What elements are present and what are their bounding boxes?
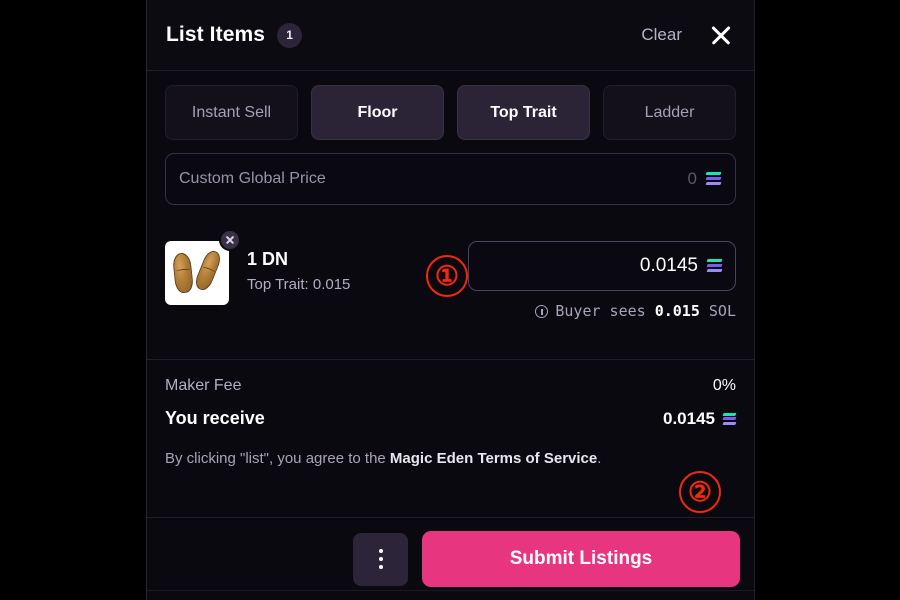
buyer-sees-note: Buyer sees 0.015 SOL [468,302,736,320]
tab-ladder[interactable]: Ladder [603,85,736,140]
summary-section: Maker Fee 0% You receive 0.0145 [165,360,737,429]
close-icon[interactable] [708,22,734,48]
pricing-mode-tabs: Instant Sell Floor Top Trait Ladder [165,85,736,140]
more-vertical-icon[interactable] [353,532,408,586]
clear-button[interactable]: Clear [641,25,682,45]
you-receive-label: You receive [165,408,265,428]
item-name: 1 DN [247,249,289,269]
maker-fee-row: Maker Fee 0% [165,377,736,395]
item-price-column: 0.0145 Buyer sees 0.015 SOL [468,241,736,320]
custom-global-price-input[interactable]: Custom Global Price 0 [165,153,736,205]
terms-prefix: By clicking "list", you agree to the [165,450,390,467]
terms-text: By clicking "list", you agree to the Mag… [165,450,736,467]
page-title: List Items [166,23,266,46]
item-price-value: 0.0145 [639,255,698,276]
tab-instant-sell[interactable]: Instant Sell [165,85,298,140]
peanut-shape-right [192,248,224,293]
list-item-row: 1 DN Top Trait: 0.015 0.0145 Buyer sees … [165,229,736,331]
panel-footer: Submit Listings [147,517,754,600]
panel-header: List Items 1 Clear [147,0,754,71]
custom-global-price-placeholder: Custom Global Price [179,170,326,187]
remove-item-close-icon[interactable] [219,229,241,251]
screen: List Items 1 Clear Instant Sell Floor To… [0,0,900,600]
item-thumbnail [165,241,229,305]
you-receive-value-group: 0.0145 [663,408,737,429]
item-count-badge: 1 [277,22,303,48]
custom-global-price-zero: 0 [687,169,697,188]
tab-top-trait[interactable]: Top Trait [457,85,590,140]
buyer-sees-amount: 0.015 [654,302,700,320]
item-top-trait: Top Trait: 0.015 [247,276,351,293]
panel-body: Instant Sell Floor Top Trait Ladder Cust… [147,71,754,517]
item-price-input[interactable]: 0.0145 [468,241,736,291]
you-receive-value: 0.0145 [663,408,715,428]
solana-icon [722,412,737,425]
buyer-sees-suffix: SOL [699,302,736,320]
you-receive-row: You receive 0.0145 [165,408,737,429]
solana-icon [705,172,722,186]
item-info: 1 DN Top Trait: 0.015 [247,249,442,293]
submit-listings-button[interactable]: Submit Listings [422,531,740,587]
solana-icon [706,259,723,273]
terms-of-service-link[interactable]: Magic Eden Terms of Service [390,450,597,467]
info-icon [535,304,549,318]
item-thumbnail-wrapper [165,229,241,305]
buyer-sees-prefix: Buyer sees [555,302,655,320]
terms-suffix: . [597,450,602,467]
list-items-panel: List Items 1 Clear Instant Sell Floor To… [146,0,756,600]
peanut-shape-left [171,252,195,294]
maker-fee-value: 0% [712,377,736,394]
maker-fee-label: Maker Fee [165,377,242,394]
tab-floor[interactable]: Floor [311,85,444,140]
bottom-bar [147,590,756,600]
